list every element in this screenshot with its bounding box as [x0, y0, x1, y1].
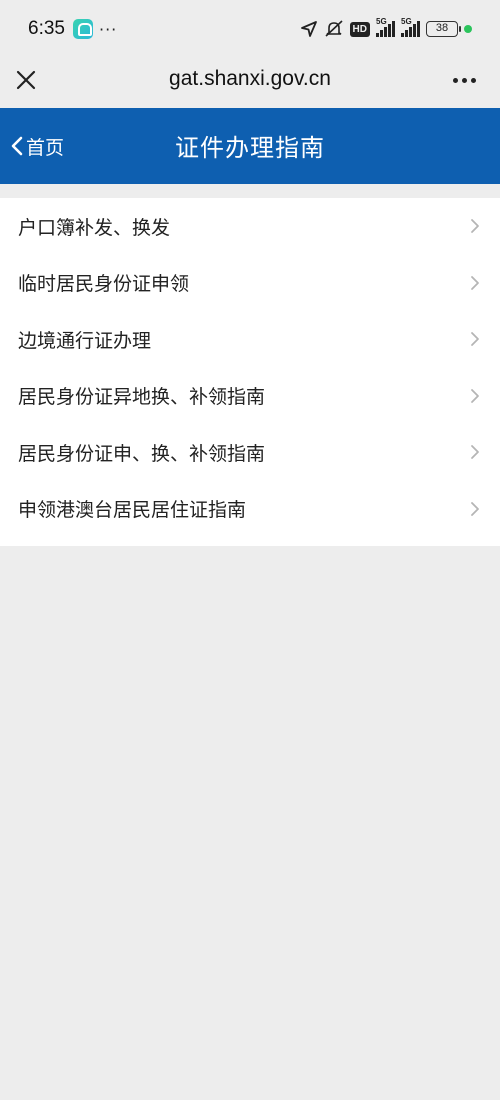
hd-voice-icon: HD	[349, 21, 370, 37]
app-notification-icon	[72, 19, 93, 39]
list-item[interactable]: 临时居民身份证申领	[0, 255, 500, 312]
dot-icon	[461, 77, 467, 83]
location-arrow-icon	[300, 21, 317, 37]
privacy-indicator-icon	[464, 25, 472, 33]
battery-icon: 38	[426, 21, 461, 37]
guide-list: 户口簿补发、换发 临时居民身份证申领 边境通行证办理 居民身份证异地换、补领指南…	[0, 198, 500, 546]
list-item[interactable]: 居民身份证申、换、补领指南	[0, 424, 500, 481]
page-title: 证件办理指南	[175, 134, 325, 162]
chevron-right-icon	[468, 216, 482, 236]
signal-1-icon: 5G	[376, 17, 395, 37]
status-bar: 6:35 ··· HD 5G 5G 38	[0, 0, 500, 58]
chevron-right-icon	[468, 329, 482, 349]
chevron-right-icon	[468, 386, 482, 406]
dot-icon	[470, 77, 476, 83]
list-item[interactable]: 边境通行证办理	[0, 311, 500, 368]
back-home-label: 首页	[26, 136, 65, 159]
close-button[interactable]	[10, 64, 42, 96]
chevron-right-icon	[468, 499, 482, 519]
list-item-label: 户口簿补发、换发	[18, 216, 171, 239]
close-icon	[16, 70, 36, 90]
more-options-button[interactable]	[448, 64, 480, 96]
list-item-label: 居民身份证申、换、补领指南	[18, 442, 266, 465]
list-item[interactable]: 户口簿补发、换发	[0, 198, 500, 255]
page-url: gat.shanxi.gov.cn	[169, 67, 331, 90]
list-item-label: 申领港澳台居民居住证指南	[18, 499, 247, 522]
dot-icon	[452, 77, 458, 83]
chevron-right-icon	[468, 273, 482, 293]
back-home-link[interactable]: 首页	[10, 128, 64, 164]
list-item[interactable]: 申领港澳台居民居住证指南	[0, 481, 500, 538]
status-time: 6:35	[28, 18, 65, 39]
list-item-label: 边境通行证办理	[18, 329, 152, 352]
signal-2-icon: 5G	[401, 17, 420, 37]
more-notifications-indicator: ···	[98, 19, 118, 39]
list-item-label: 居民身份证异地换、补领指南	[18, 386, 266, 409]
browser-toolbar: gat.shanxi.gov.cn	[0, 58, 500, 108]
status-icons: HD 5G 5G 38	[300, 17, 472, 38]
list-item[interactable]: 居民身份证异地换、补领指南	[0, 368, 500, 425]
list-item-label: 临时居民身份证申领	[18, 273, 190, 296]
page-header: 首页 证件办理指南	[0, 108, 500, 184]
mute-icon	[324, 20, 343, 37]
chevron-left-icon	[11, 136, 23, 156]
chevron-right-icon	[468, 442, 482, 462]
